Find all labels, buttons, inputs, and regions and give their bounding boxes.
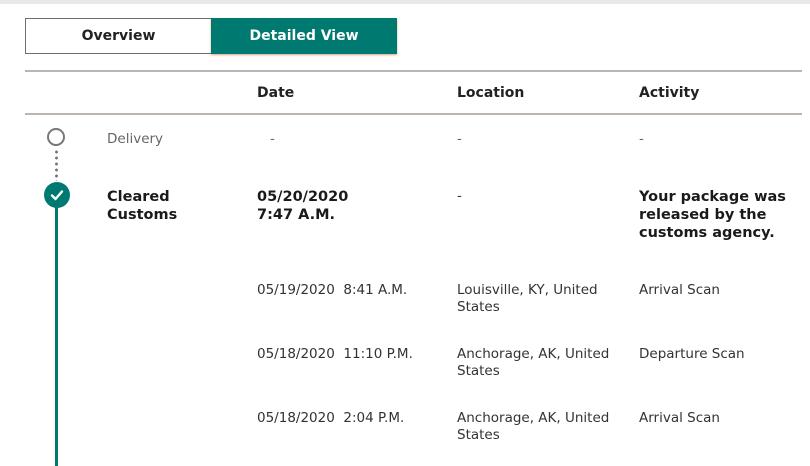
activity-line: released by the [639, 207, 767, 223]
date-line: 05/20/2020 [257, 189, 349, 205]
completed-timeline-line [55, 206, 58, 466]
checkmark-circle-icon [44, 182, 70, 208]
date-cell: 05/20/2020 7:47 A.M. [257, 188, 348, 224]
location-line: Anchorage, AK, United [457, 346, 610, 362]
location-cell: Anchorage, AK, United States [457, 410, 609, 444]
location-line: Anchorage, AK, United [457, 410, 610, 426]
time-line: 7:47 A.M. [257, 207, 336, 223]
top-strip [0, 0, 810, 4]
location-line: States [457, 299, 500, 315]
activity-cell: Departure Scan [639, 346, 745, 362]
table-header-top-divider [25, 70, 802, 72]
date-cell: 05/19/2020 8:41 A.M. [257, 282, 408, 298]
table-header-bottom-divider [25, 113, 802, 115]
status-label-line: Cleared [107, 189, 170, 205]
status-label-line: Customs [107, 207, 178, 223]
status-label: Delivery [107, 131, 164, 147]
location-line: Louisville, KY, United [457, 282, 598, 298]
status-label: Cleared Customs [107, 188, 177, 224]
activity-line: customs agency. [639, 225, 775, 241]
activity-cell: Your package was released by the customs… [639, 188, 786, 242]
activity-line: Your package was [639, 189, 786, 205]
date-cell: 05/18/2020 11:10 P.M. [257, 346, 413, 362]
date-cell: 05/18/2020 2:04 P.M. [257, 410, 405, 426]
detailed-view-tab[interactable]: Detailed View [211, 18, 397, 54]
date-column-header: Date [257, 85, 295, 101]
location-cell: Anchorage, AK, United States [457, 346, 609, 380]
view-toggle: Overview Detailed View [25, 18, 397, 54]
activity-cell: Arrival Scan [639, 282, 720, 298]
location-line: States [457, 427, 500, 443]
location-cell: - [457, 131, 462, 147]
location-cell: - [457, 188, 462, 204]
pending-timeline-connector [55, 149, 58, 181]
overview-tab[interactable]: Overview [25, 18, 211, 54]
circle-outline-icon [47, 128, 65, 146]
activity-cell: Arrival Scan [639, 410, 720, 426]
activity-cell: - [639, 131, 644, 147]
activity-column-header: Activity [639, 85, 700, 101]
location-column-header: Location [457, 85, 525, 101]
location-cell: Louisville, KY, United States [457, 282, 598, 316]
date-cell: - [270, 131, 275, 147]
location-line: States [457, 363, 500, 379]
